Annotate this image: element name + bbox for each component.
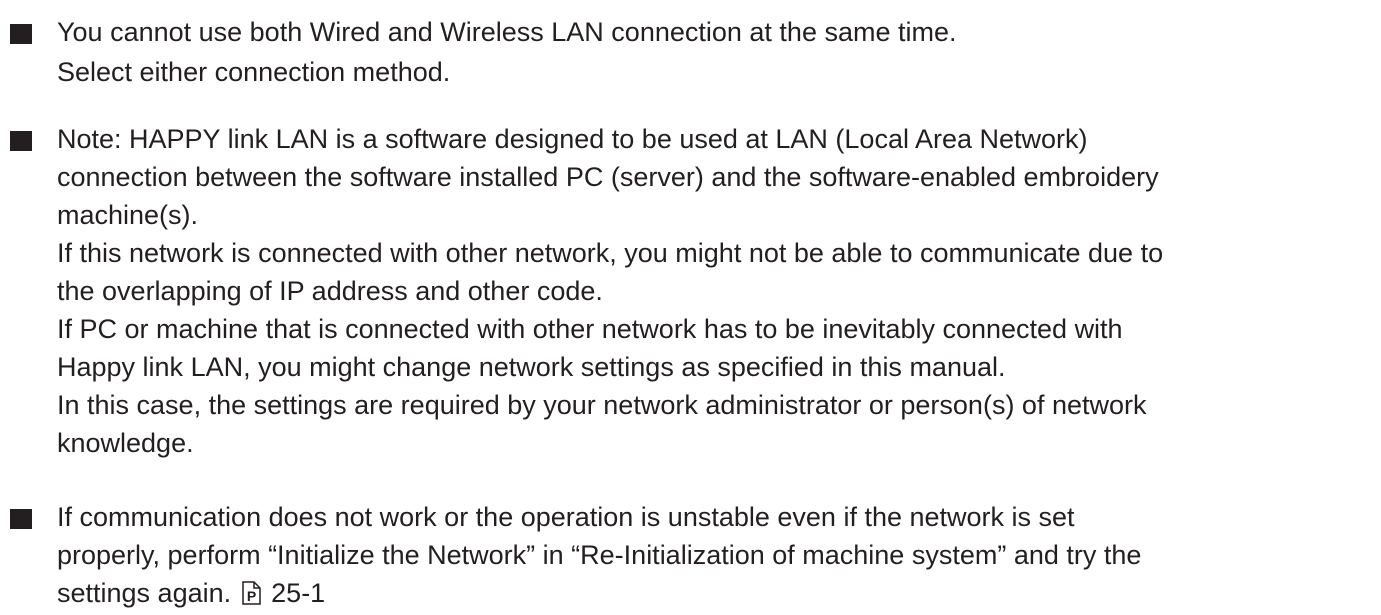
note-line: If PC or machine that is connected with … — [57, 314, 1123, 344]
svg-text:P: P — [246, 588, 255, 604]
note-line-text: settings again. — [57, 578, 232, 608]
notes-document: You cannot use both Wired and Wireless L… — [0, 0, 1381, 615]
note-line: In this case, the settings are required … — [57, 390, 1147, 420]
page-reference-link[interactable]: 25-1 — [271, 578, 325, 608]
note-line: You cannot use both Wired and Wireless L… — [57, 17, 957, 47]
square-bullet-icon — [10, 24, 32, 44]
note-line: If this network is connected with other … — [57, 238, 1164, 268]
note-line: connection between the software installe… — [57, 162, 1159, 192]
note-line: Note: HAPPY link LAN is a software desig… — [57, 124, 1088, 154]
page-reference-icon: P — [241, 579, 261, 605]
note-line: knowledge. — [57, 428, 194, 458]
note-line: Select either connection method. — [57, 57, 451, 87]
note-line: properly, perform “Initialize the Networ… — [57, 540, 1142, 570]
note-last-line: settings again. P 25-1 — [57, 576, 325, 610]
square-bullet-icon — [10, 131, 32, 151]
note-line: machine(s). — [57, 200, 199, 230]
note-line: Happy link LAN, you might change network… — [57, 352, 1006, 382]
square-bullet-icon — [10, 509, 32, 529]
note-line: If communication does not work or the op… — [57, 502, 1075, 532]
note-line: the overlapping of IP address and other … — [57, 276, 603, 306]
